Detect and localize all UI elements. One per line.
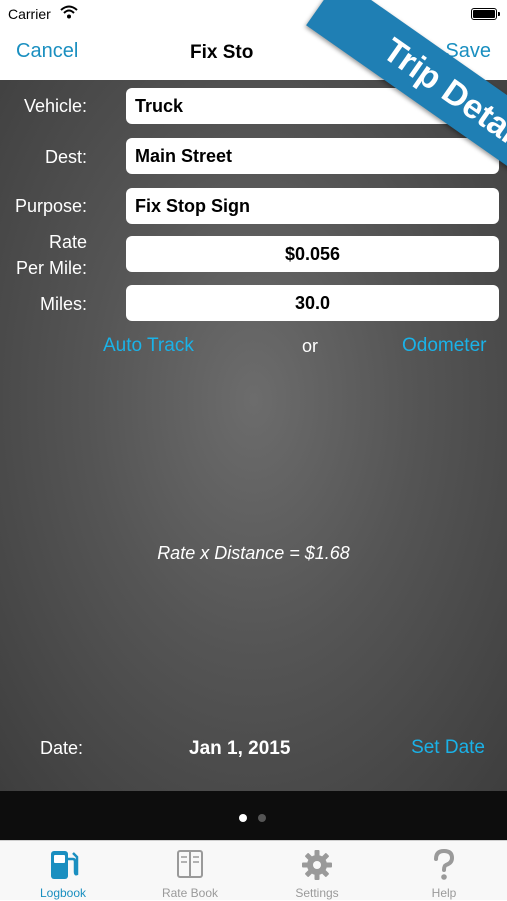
- tab-rate-book[interactable]: Rate Book: [127, 841, 253, 901]
- tab-bar: Logbook Rate Book Settings Help: [0, 840, 507, 900]
- question-icon: [434, 848, 455, 880]
- gas-pump-icon: [51, 851, 79, 879]
- carrier-label: Carrier: [8, 6, 51, 22]
- odometer-link[interactable]: Odometer: [402, 335, 486, 357]
- status-bar: Carrier: [0, 0, 507, 28]
- calculation-text: Rate x Distance = $1.68: [157, 543, 350, 563]
- date-value: Jan 1, 2015: [189, 738, 291, 759]
- rate-field[interactable]: $0.056: [126, 236, 499, 272]
- gear-icon: [302, 850, 332, 880]
- date-label: Date:: [40, 738, 84, 758]
- tab-logbook[interactable]: Logbook: [0, 841, 126, 901]
- auto-track-link[interactable]: Auto Track: [103, 335, 194, 357]
- purpose-field[interactable]: Fix Stop Sign: [126, 188, 499, 224]
- page-dot-1[interactable]: [239, 814, 247, 822]
- or-label: or: [302, 336, 319, 356]
- tab-label-logbook: Logbook: [39, 886, 87, 900]
- miles-field[interactable]: 30.0: [126, 285, 499, 321]
- purpose-label: Purpose:: [14, 196, 87, 216]
- book-icon: [177, 850, 203, 878]
- rate-label-line1: Rate: [48, 232, 87, 252]
- page-title: Fix Sto: [190, 42, 254, 63]
- page-control[interactable]: [0, 791, 507, 840]
- tab-label-settings: Settings: [295, 886, 339, 900]
- miles-label: Miles:: [39, 294, 87, 314]
- rate-label-line2: Per Mile:: [15, 258, 87, 278]
- set-date-button[interactable]: Set Date: [411, 737, 485, 759]
- vehicle-label: Vehicle:: [23, 96, 87, 116]
- wifi-icon: [60, 5, 78, 19]
- tab-label-help: Help: [431, 886, 457, 900]
- dest-label: Dest:: [44, 147, 87, 167]
- battery-icon: [471, 8, 500, 20]
- tab-help[interactable]: Help: [381, 841, 507, 901]
- tab-label-rate-book: Rate Book: [161, 886, 219, 900]
- page-dot-2[interactable]: [258, 814, 266, 822]
- tab-settings[interactable]: Settings: [254, 841, 380, 901]
- dest-field[interactable]: Main Street: [126, 138, 499, 174]
- cancel-button[interactable]: Cancel: [16, 40, 78, 63]
- trip-form: Vehicle: Truck Dest: Main Street Purpose…: [0, 80, 507, 791]
